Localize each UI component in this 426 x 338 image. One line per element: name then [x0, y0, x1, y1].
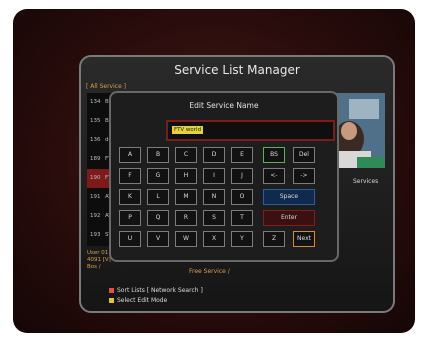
key-m[interactable]: M — [175, 189, 197, 205]
key-n[interactable]: N — [203, 189, 225, 205]
row-number: 192 — [90, 213, 101, 219]
key-x[interactable]: X — [203, 231, 225, 247]
row-number: 136 — [90, 137, 101, 143]
row-number: 135 — [90, 118, 101, 124]
key-f[interactable]: F — [119, 168, 141, 184]
key-j[interactable]: J — [231, 168, 253, 184]
key-e[interactable]: E — [231, 147, 253, 163]
red-key-icon — [109, 288, 114, 293]
key-b[interactable]: B — [147, 147, 169, 163]
next-button[interactable]: Next — [293, 231, 315, 247]
key-o[interactable]: O — [231, 189, 253, 205]
row-number: 189 — [90, 156, 101, 162]
key-a[interactable]: A — [119, 147, 141, 163]
key-z[interactable]: Z — [263, 231, 285, 247]
key-h[interactable]: H — [175, 168, 197, 184]
key-v[interactable]: V — [147, 231, 169, 247]
key-s[interactable]: S — [203, 210, 225, 226]
window-title: Service List Manager — [174, 63, 300, 77]
edit-service-name-dialog: Edit Service Name FTV world A B C D E BS… — [109, 91, 339, 262]
row-number: 191 — [90, 194, 101, 200]
service-name-input[interactable]: FTV world — [166, 120, 335, 141]
yellow-key-icon — [109, 298, 114, 303]
info-line-3: Bos / — [87, 264, 101, 270]
backspace-button[interactable]: BS — [263, 147, 285, 163]
key-p[interactable]: P — [119, 210, 141, 226]
key-k[interactable]: K — [119, 189, 141, 205]
input-value: FTV world — [172, 126, 204, 134]
key-g[interactable]: G — [147, 168, 169, 184]
legend-sort-lists: Sort Lists [ Network Search ] — [109, 287, 203, 294]
legend-select-edit-mode: Select Edit Mode — [109, 297, 167, 304]
key-q[interactable]: Q — [147, 210, 169, 226]
key-t[interactable]: T — [231, 210, 253, 226]
service-info: User 01 4091 [V] Bos / — [87, 250, 111, 271]
info-line-1: User 01 — [87, 250, 109, 256]
services-label: Services — [353, 178, 379, 185]
status-text: Free Service / — [189, 268, 230, 275]
dialog-title: Edit Service Name — [189, 101, 259, 110]
row-number: 134 — [90, 99, 101, 105]
key-d[interactable]: D — [203, 147, 225, 163]
key-l[interactable]: L — [147, 189, 169, 205]
delete-button[interactable]: Del — [293, 147, 315, 163]
key-u[interactable]: U — [119, 231, 141, 247]
legend-label: Sort Lists [ Network Search ] — [117, 287, 203, 294]
space-button[interactable]: Space — [263, 189, 315, 205]
list-group-label: [ All Service ] — [86, 83, 127, 90]
key-r[interactable]: R — [175, 210, 197, 226]
key-w[interactable]: W — [175, 231, 197, 247]
enter-button[interactable]: Enter — [263, 210, 315, 226]
cursor-right-button[interactable]: -> — [293, 168, 315, 184]
key-y[interactable]: Y — [231, 231, 253, 247]
tv-screen: Service List Manager [ All Service ] 134… — [13, 9, 415, 333]
row-number: 193 — [90, 232, 101, 238]
legend-label: Select Edit Mode — [117, 297, 168, 304]
key-i[interactable]: I — [203, 168, 225, 184]
key-c[interactable]: C — [175, 147, 197, 163]
row-number: 190 — [90, 175, 101, 181]
cursor-left-button[interactable]: <- — [263, 168, 285, 184]
info-line-2: 4091 [V] — [87, 257, 111, 263]
